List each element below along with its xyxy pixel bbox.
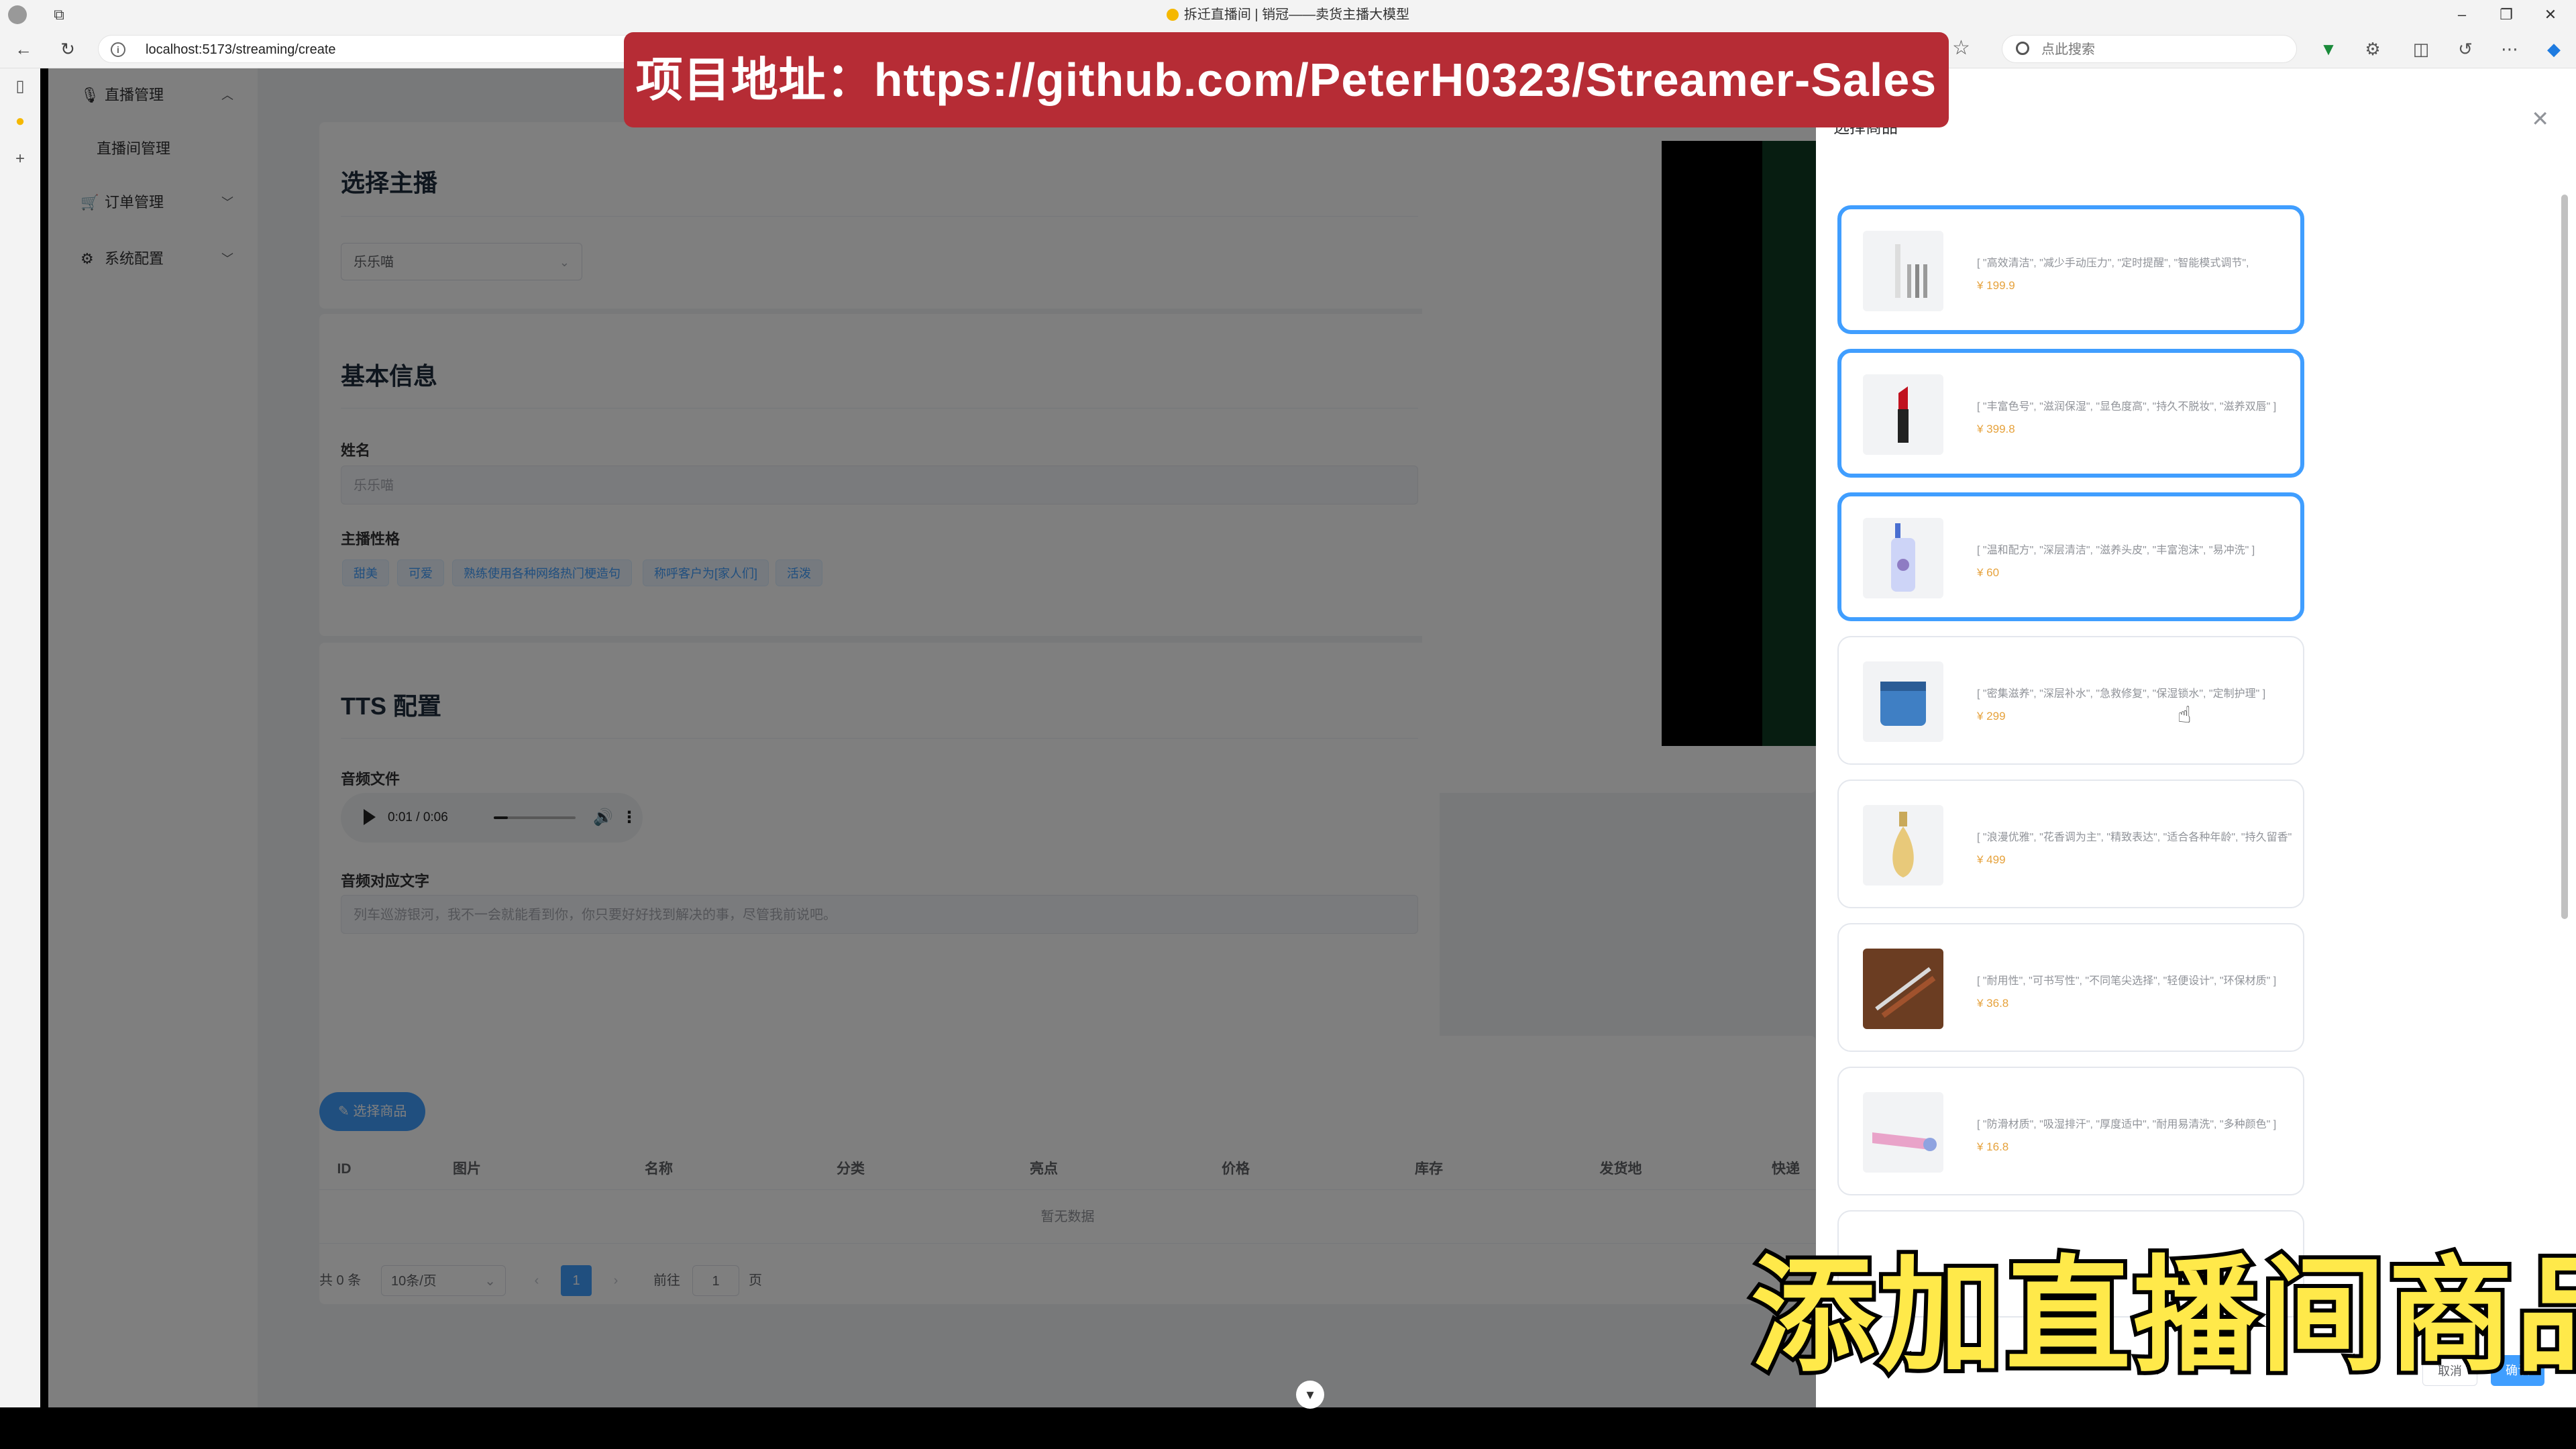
modal-overlay[interactable] <box>48 68 1816 1407</box>
product-price: ¥ 16.8 <box>1977 1140 2009 1153</box>
active-tab-icon[interactable]: ● <box>10 111 30 131</box>
close-icon[interactable]: ✕ <box>2531 106 2549 131</box>
tab-actions-icon[interactable]: ▯ <box>10 76 30 97</box>
more-menu-icon[interactable]: ⋯ <box>2500 39 2520 59</box>
tab-favicon-icon <box>1166 9 1179 21</box>
product-card[interactable]: [ "高效清洁", "减少手动压力", "定时提醒", "智能模式调节", ¥ … <box>1837 205 2304 334</box>
yoga-mat-icon <box>1863 1092 1943 1173</box>
shampoo-icon <box>1863 518 1943 598</box>
extensions-icon[interactable]: ⚙ <box>2363 39 2383 59</box>
url-text: localhost:5173/streaming/create <box>146 42 336 57</box>
product-card[interactable]: [ "丰富色号", "滋润保湿", "显色度高", "持久不脱妆", "滋养双唇… <box>1837 349 2304 478</box>
search-placeholder: 点此搜索 <box>2041 42 2095 57</box>
minimize-button[interactable]: – <box>2442 0 2482 30</box>
product-card[interactable]: [ "温和配方", "深层清洁", "滋养头皮", "丰富泡沫", "易冲洗" … <box>1837 492 2304 621</box>
product-price: ¥ 36.8 <box>1977 997 2009 1010</box>
scroll-down-icon[interactable]: ▾ <box>1296 1381 1324 1409</box>
reload-icon[interactable]: ↻ <box>56 38 79 60</box>
video-subtitle: 添加直播间商品 <box>1747 1243 2576 1390</box>
split-screen-icon[interactable]: ◫ <box>2411 39 2431 59</box>
toothbrush-icon <box>1863 231 1943 311</box>
product-price: ¥ 399.8 <box>1977 423 2015 435</box>
search-icon <box>2016 42 2029 55</box>
restore-button[interactable]: ❐ <box>2486 0 2526 30</box>
drawer-scrollbar[interactable] <box>2560 189 2569 1316</box>
cream-jar-icon <box>1863 661 1943 742</box>
product-description: [ "温和配方", "深层清洁", "滋养头皮", "丰富泡沫", "易冲洗" … <box>1977 545 2255 556</box>
pen-icon <box>1863 949 1943 1029</box>
product-card[interactable]: [ "耐用性", "可书写性", "不同笔尖选择", "轻便设计", "环保材质… <box>1837 923 2304 1052</box>
browser-search-input[interactable]: 点此搜索 <box>2002 35 2297 63</box>
close-window-button[interactable]: ✕ <box>2530 0 2571 30</box>
window-title: 拆迁直播间 | 销冠——卖货主播大模型 <box>0 0 2576 30</box>
product-description: [ "防滑材质", "吸湿排汗", "厚度适中", "耐用易清洗", "多种颜色… <box>1977 1119 2277 1130</box>
product-price: ¥ 299 <box>1977 710 2006 722</box>
favorite-star-icon[interactable]: ☆ <box>1952 36 1970 60</box>
browser-titlebar: ⧉ 拆迁直播间 | 销冠——卖货主播大模型 – ❐ ✕ <box>0 0 2576 30</box>
product-card[interactable]: [ "浪漫优雅", "花香调为主", "精致表达", "适合各种年龄", "持久… <box>1837 780 2304 908</box>
copilot-icon[interactable]: ◆ <box>2544 39 2564 59</box>
history-icon[interactable]: ↺ <box>2455 39 2475 59</box>
lipstick-icon <box>1863 374 1943 455</box>
scrollbar-thumb[interactable] <box>2561 195 2568 919</box>
product-price: ¥ 499 <box>1977 853 2006 866</box>
product-card[interactable]: [ "密集滋养", "深层补水", "急救修复", "保湿锁水", "定制护理"… <box>1837 636 2304 765</box>
product-select-drawer: 选择商品 ✕ [ "高效清洁", "减少手动压力", "定时提醒", "智能模式… <box>1816 68 2576 1407</box>
product-description: [ "浪漫优雅", "花香调为主", "精致表达", "适合各种年龄", "持久… <box>1977 832 2292 843</box>
project-url-banner: 项目地址：https://github.com/PeterH0323/Strea… <box>624 32 1949 127</box>
product-description: [ "丰富色号", "滋润保湿", "显色度高", "持久不脱妆", "滋养双唇… <box>1977 401 2277 413</box>
extension-v-icon[interactable]: ▼ <box>2318 39 2339 59</box>
product-price: ¥ 199.9 <box>1977 279 2015 292</box>
product-card[interactable]: [ "防滑材质", "吸湿排汗", "厚度适中", "耐用易清洗", "多种颜色… <box>1837 1067 2304 1195</box>
product-description: [ "耐用性", "可书写性", "不同笔尖选择", "轻便设计", "环保材质… <box>1977 975 2277 987</box>
mouse-pointer-icon: ☝ <box>2178 702 2192 728</box>
product-description: [ "高效清洁", "减少手动压力", "定时提醒", "智能模式调节", <box>1977 258 2249 269</box>
back-icon[interactable]: ← <box>12 38 35 60</box>
product-description: [ "密集滋养", "深层补水", "急救修复", "保湿锁水", "定制护理"… <box>1977 688 2266 700</box>
letterbox-bar <box>0 1407 2576 1449</box>
product-price: ¥ 60 <box>1977 566 2000 579</box>
browser-vertical-tabs: ▯ ● + <box>0 68 40 1407</box>
site-info-icon[interactable]: i <box>111 42 125 57</box>
new-tab-icon[interactable]: + <box>10 149 30 169</box>
perfume-icon <box>1863 805 1943 885</box>
